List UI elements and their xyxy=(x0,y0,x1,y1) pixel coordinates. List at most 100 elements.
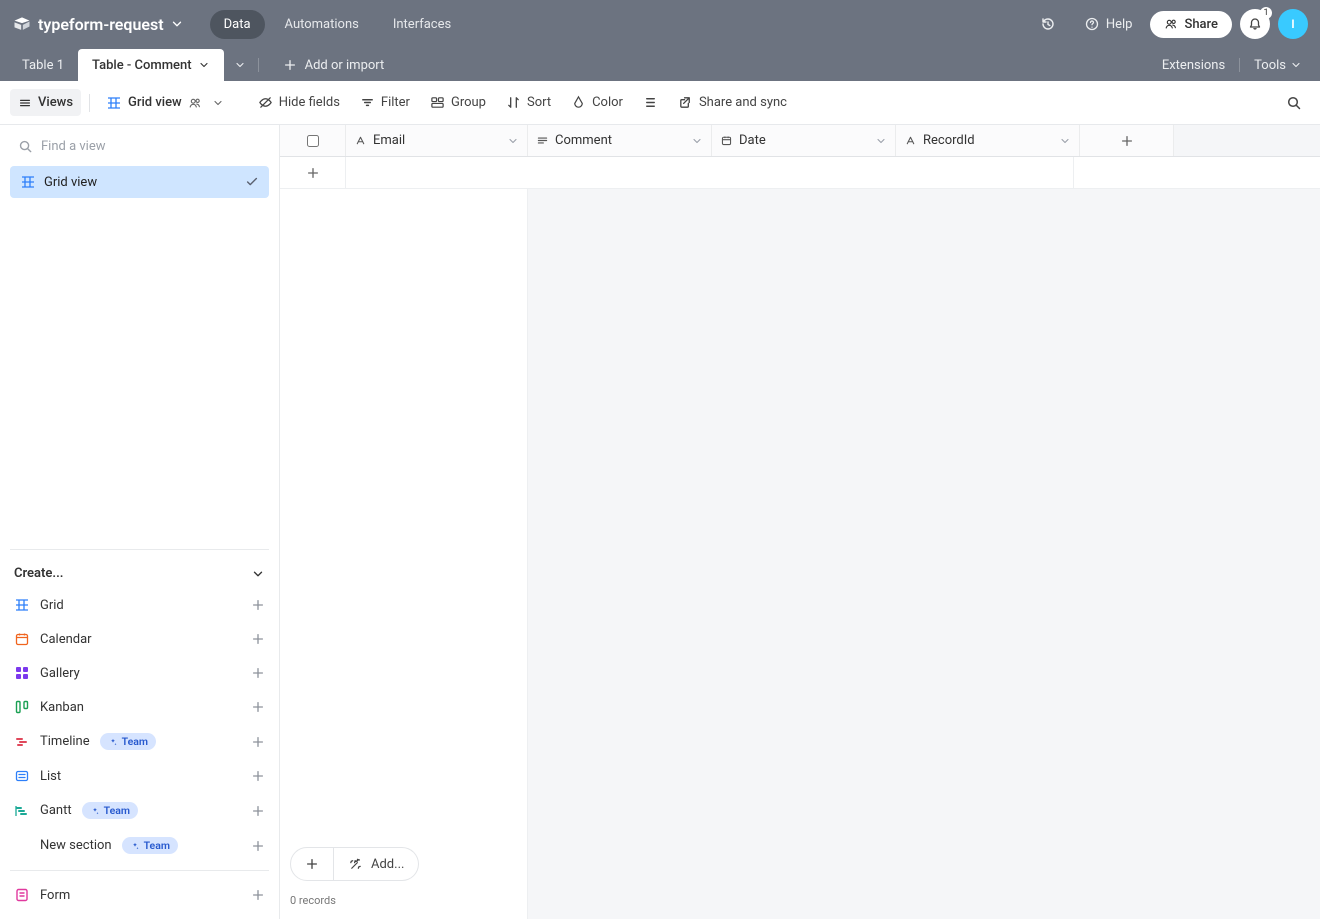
plus-icon xyxy=(251,735,265,749)
select-all-checkbox[interactable] xyxy=(307,135,319,147)
add-grid-button[interactable] xyxy=(251,598,265,612)
add-calendar-button[interactable] xyxy=(251,632,265,646)
view-item-label: Grid view xyxy=(44,175,97,190)
create-new-section[interactable]: New sectionTeam xyxy=(10,831,269,860)
table-tab-1[interactable]: Table 1 xyxy=(8,49,78,81)
color-icon xyxy=(571,95,586,110)
main-area: Find a view Grid view Create... Grid Cale… xyxy=(0,125,1320,919)
record-count: 0 records xyxy=(290,894,336,907)
add-list-button[interactable] xyxy=(251,769,265,783)
column-header-date[interactable]: Date xyxy=(712,125,896,156)
base-switcher[interactable]: typeform-request xyxy=(12,14,184,34)
team-badge: Team xyxy=(122,837,178,854)
add-label: Add... xyxy=(371,857,404,872)
add-gantt-button[interactable] xyxy=(251,804,265,818)
chevron-down-icon xyxy=(170,17,184,31)
view-item-grid[interactable]: Grid view xyxy=(10,166,269,198)
wand-icon xyxy=(348,857,363,872)
plus-icon xyxy=(251,700,265,714)
chevron-down-icon[interactable] xyxy=(875,135,887,147)
create-timeline[interactable]: TimelineTeam xyxy=(10,727,269,756)
form-icon xyxy=(14,887,30,903)
menu-icon xyxy=(18,96,32,110)
sparkle-icon xyxy=(108,737,118,747)
filter-button[interactable]: Filter xyxy=(352,89,418,116)
add-or-import-button[interactable]: Add or import xyxy=(273,49,395,81)
add-kanban-button[interactable] xyxy=(251,700,265,714)
views-toggle[interactable]: Views xyxy=(10,89,81,116)
help-label: Help xyxy=(1106,17,1133,32)
plus-icon xyxy=(251,888,265,902)
chevron-down-icon[interactable] xyxy=(234,59,246,71)
account-avatar[interactable]: I xyxy=(1278,9,1308,39)
add-record-inline[interactable] xyxy=(280,157,346,188)
add-gallery-button[interactable] xyxy=(251,666,265,680)
group-label: Group xyxy=(451,95,486,110)
tools-button[interactable]: Tools xyxy=(1254,58,1302,73)
share-icon xyxy=(678,95,693,110)
chevron-down-icon xyxy=(251,567,265,581)
color-label: Color xyxy=(592,95,623,110)
create-gantt[interactable]: GanttTeam xyxy=(10,796,269,825)
create-list[interactable]: List xyxy=(10,762,269,790)
find-view-input[interactable]: Find a view xyxy=(10,133,269,160)
row-height-button[interactable] xyxy=(635,89,666,116)
column-header-email[interactable]: Email xyxy=(346,125,528,156)
add-record-button[interactable] xyxy=(290,847,334,881)
share-button[interactable]: Share xyxy=(1150,11,1232,38)
select-all-header[interactable] xyxy=(280,125,346,156)
view-switcher[interactable]: Grid view xyxy=(98,89,232,117)
grid-icon xyxy=(14,597,30,613)
airtable-logo-icon xyxy=(12,14,32,34)
chevron-down-icon[interactable] xyxy=(691,135,703,147)
view-toolbar: Views Grid view Hide fields Filter Group… xyxy=(0,81,1320,125)
plus-icon xyxy=(251,769,265,783)
chevron-down-icon[interactable] xyxy=(507,135,519,147)
add-timeline-button[interactable] xyxy=(251,735,265,749)
chevron-down-icon[interactable] xyxy=(1059,135,1071,147)
kanban-icon xyxy=(14,699,30,715)
column-header-comment[interactable]: Comment xyxy=(528,125,712,156)
table-tab-comment[interactable]: Table - Comment xyxy=(78,49,224,81)
history-button[interactable] xyxy=(1030,10,1066,38)
people-icon xyxy=(1164,17,1178,31)
column-label: Email xyxy=(373,133,405,148)
add-column-button[interactable] xyxy=(1080,125,1174,156)
extensions-button[interactable]: Extensions xyxy=(1162,58,1225,73)
views-label: Views xyxy=(38,95,73,110)
sort-label: Sort xyxy=(527,95,551,110)
create-item-label: Gallery xyxy=(40,666,80,681)
sort-button[interactable]: Sort xyxy=(498,89,559,116)
add-with-options-button[interactable]: Add... xyxy=(334,847,419,881)
filter-icon xyxy=(360,95,375,110)
nav-tab-interfaces[interactable]: Interfaces xyxy=(379,10,465,39)
create-kanban[interactable]: Kanban xyxy=(10,693,269,721)
add-import-label: Add or import xyxy=(305,58,385,73)
base-name: typeform-request xyxy=(38,15,164,34)
team-badge: Team xyxy=(100,733,156,750)
column-header-recordid[interactable]: RecordId xyxy=(896,125,1080,156)
search-records-button[interactable] xyxy=(1278,89,1310,117)
check-icon xyxy=(245,175,259,189)
group-button[interactable]: Group xyxy=(422,89,494,116)
notifications-button[interactable]: 1 xyxy=(1240,9,1270,39)
calendar-icon xyxy=(14,631,30,647)
help-button[interactable]: Help xyxy=(1074,10,1143,38)
nav-tab-data[interactable]: Data xyxy=(210,10,265,39)
add-new-section-button[interactable] xyxy=(251,839,265,853)
create-form[interactable]: Form xyxy=(10,881,269,909)
hide-fields-button[interactable]: Hide fields xyxy=(250,89,348,116)
color-button[interactable]: Color xyxy=(563,89,631,116)
create-calendar[interactable]: Calendar xyxy=(10,625,269,653)
plus-icon xyxy=(251,804,265,818)
create-grid[interactable]: Grid xyxy=(10,591,269,619)
share-sync-button[interactable]: Share and sync xyxy=(670,89,795,116)
create-view-toggle[interactable]: Create... xyxy=(10,560,269,587)
column-label: Date xyxy=(739,133,766,148)
add-form-button[interactable] xyxy=(251,888,265,902)
create-item-label: Calendar xyxy=(40,632,92,647)
create-gallery[interactable]: Gallery xyxy=(10,659,269,687)
nav-tab-automations[interactable]: Automations xyxy=(271,10,373,39)
plus-icon xyxy=(251,598,265,612)
plus-icon xyxy=(306,166,320,180)
